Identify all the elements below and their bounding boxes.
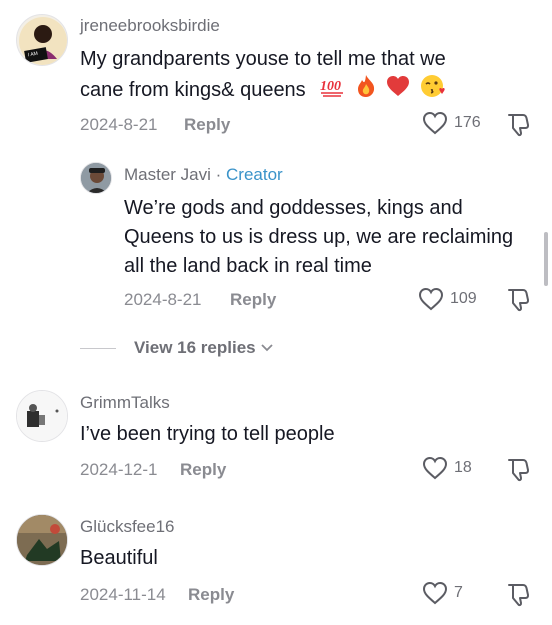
thumbs-down-icon (508, 114, 530, 137)
reply-username[interactable]: Master Javi (124, 165, 211, 184)
comment-date: 2024-11-14 (80, 585, 166, 604)
red-heart-icon (386, 75, 410, 106)
reply-button[interactable]: Reply (184, 115, 230, 135)
like-count: 18 (454, 459, 472, 476)
avatar[interactable] (16, 390, 68, 442)
scrollbar[interactable] (544, 232, 548, 286)
heart-outline-icon (422, 456, 448, 480)
creator-separator: · (210, 165, 227, 184)
heart-outline-icon (418, 287, 444, 311)
like-button[interactable]: 7 (422, 581, 463, 605)
view-replies-divider (80, 347, 116, 349)
comment-text: Beautiful (80, 547, 158, 569)
thumbs-down-icon (508, 289, 530, 312)
dislike-button[interactable] (505, 581, 531, 612)
dislike-button[interactable] (505, 456, 531, 487)
like-button[interactable]: 18 (422, 456, 472, 480)
like-count: 176 (454, 114, 481, 131)
dislike-button[interactable] (505, 286, 531, 317)
dislike-button[interactable] (505, 111, 531, 142)
comment-text-segment: cane from kings& queens (80, 78, 306, 101)
comment-username[interactable]: GrimmTalks (80, 393, 170, 413)
comment-date: 2024-8-21 (80, 115, 158, 134)
avatar-image (17, 515, 67, 565)
like-count: 7 (454, 584, 463, 601)
view-replies-label: View 16 replies (134, 338, 256, 357)
avatar[interactable] (16, 514, 68, 566)
chevron-down-icon (260, 344, 273, 352)
fire-icon (355, 74, 377, 107)
reply-button[interactable]: Reply (230, 290, 276, 310)
avatar-image (81, 163, 111, 193)
view-replies-button[interactable]: View 16 replies (80, 338, 274, 358)
hundred-points-icon: 100 (319, 75, 345, 106)
comment-date: 2024-8-21 (124, 290, 202, 309)
reply-button[interactable]: Reply (180, 460, 226, 480)
comment-text-line: My grandparents youse to tell me that we (80, 48, 446, 70)
comment-text: I’ve been trying to tell people (80, 423, 335, 445)
comment-date: 2024-12-1 (80, 460, 158, 479)
thumbs-down-icon (508, 584, 530, 607)
comment-text: We’re gods and goddesses, kings and Quee… (124, 197, 514, 277)
avatar-image: I AM (19, 17, 67, 65)
comment-username[interactable]: Glücksfee16 (80, 517, 175, 537)
avatar[interactable]: I AM (16, 14, 68, 66)
like-count: 109 (450, 290, 477, 307)
comment-text: My grandparents youse to tell me that we… (80, 45, 520, 107)
comment-username[interactable]: jreneebrooksbirdie (80, 16, 220, 36)
comment-username[interactable]: Master Javi · Creator (124, 165, 283, 185)
creator-badge: Creator (226, 165, 283, 184)
svg-text:100: 100 (320, 79, 341, 94)
thumbs-down-icon (508, 459, 530, 482)
heart-outline-icon (422, 111, 448, 135)
comment-text-line-2: cane from kings& queens 100 (80, 74, 520, 107)
reply-button[interactable]: Reply (188, 585, 234, 605)
like-button[interactable]: 109 (418, 287, 477, 311)
like-button[interactable]: 176 (422, 111, 481, 135)
heart-outline-icon (422, 581, 448, 605)
avatar-image (17, 391, 67, 441)
avatar[interactable] (80, 162, 112, 194)
face-blowing-kiss-icon (420, 74, 446, 107)
